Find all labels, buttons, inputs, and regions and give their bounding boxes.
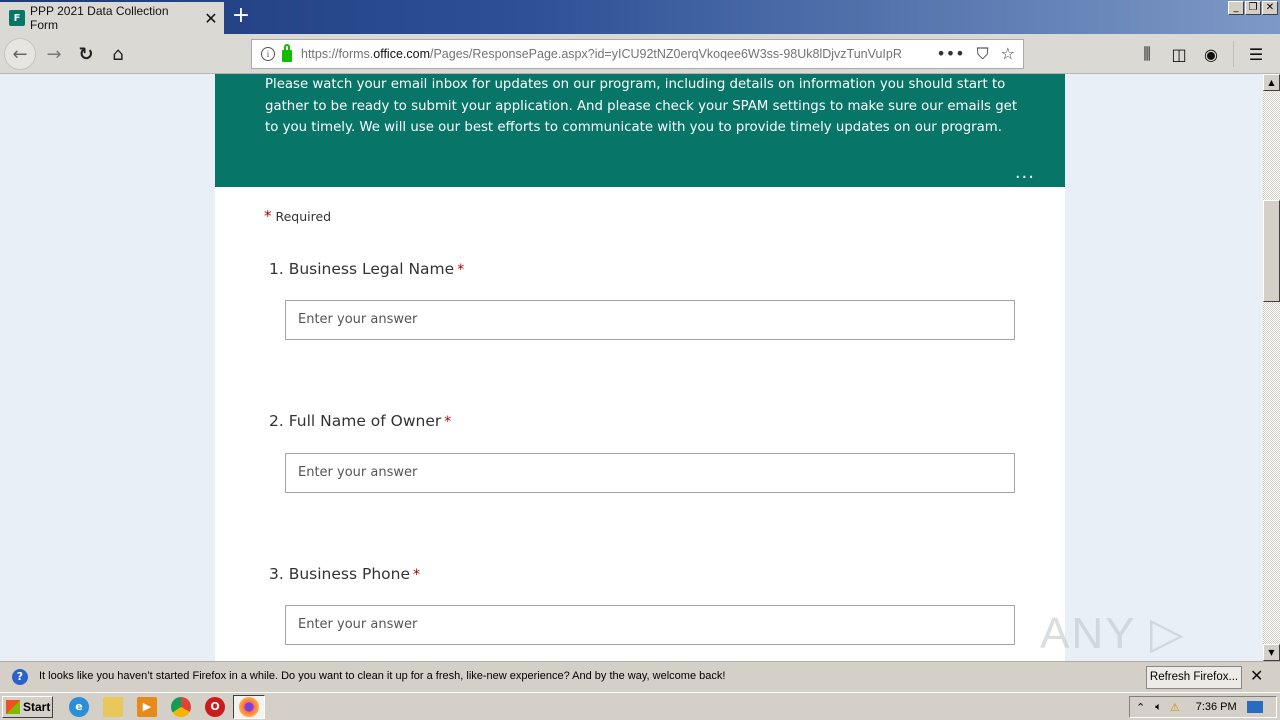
arrow-left-icon: ← bbox=[12, 43, 28, 65]
url-prefix: https://forms. bbox=[301, 47, 374, 61]
url-domain: office.com bbox=[373, 47, 430, 61]
form-card: Please watch your email inbox for update… bbox=[215, 74, 1065, 661]
clock[interactable]: 7:36 PM bbox=[1196, 701, 1237, 713]
system-tray: ⌃ 🔈︎ ⚠︎ 7:36 PM bbox=[1129, 696, 1277, 718]
sidebar-icon[interactable]: ◫ bbox=[1163, 38, 1195, 70]
reload-button[interactable]: ↻ bbox=[70, 38, 102, 70]
tab-close-icon[interactable]: ✕ bbox=[198, 9, 224, 28]
firefox-taskbar-button[interactable] bbox=[233, 695, 265, 719]
scrollbar-thumb[interactable] bbox=[1263, 200, 1280, 302]
home-icon: ⌂ bbox=[112, 43, 124, 65]
show-hidden-icons-icon[interactable]: ⌃ bbox=[1136, 701, 1145, 714]
minimize-button[interactable]: _ bbox=[1228, 1, 1244, 15]
volume-icon[interactable]: 🔈︎ bbox=[1155, 701, 1162, 714]
business-phone-input[interactable]: Enter your answer bbox=[285, 605, 1015, 645]
page-viewport: Please watch your email inbox for update… bbox=[0, 74, 1263, 661]
notification-message: It looks like you haven’t started Firefo… bbox=[39, 670, 726, 682]
required-star: * bbox=[444, 414, 452, 430]
restore-button[interactable]: ❐ bbox=[1245, 1, 1261, 15]
notification-bar: ? It looks like you haven’t started Fire… bbox=[0, 661, 1280, 692]
url-bar[interactable]: i https://forms.office.com/Pages/Respons… bbox=[251, 39, 1024, 69]
page-actions: ••• ⛉ ☆ bbox=[936, 44, 1015, 64]
required-star: * bbox=[264, 207, 272, 225]
lock-icon[interactable] bbox=[282, 44, 292, 62]
hamburger-menu-icon[interactable]: ☰ bbox=[1240, 38, 1272, 70]
reload-icon: ↻ bbox=[78, 43, 94, 65]
file-explorer-icon[interactable] bbox=[103, 697, 123, 717]
notification-close-icon[interactable]: ✕ bbox=[1250, 666, 1263, 685]
opera-icon[interactable]: O bbox=[205, 697, 225, 717]
pocket-icon[interactable]: ⛉ bbox=[977, 44, 989, 64]
forward-button[interactable]: → bbox=[38, 38, 70, 70]
tab-title: PPP 2021 Data Collection Form bbox=[30, 4, 169, 32]
scroll-up-arrow-icon[interactable]: ▲ bbox=[1263, 74, 1280, 91]
vertical-scrollbar[interactable]: ▲ ▼ bbox=[1263, 74, 1280, 661]
owner-full-name-input[interactable]: Enter your answer bbox=[285, 453, 1015, 493]
tab-active[interactable]: F PPP 2021 Data Collection Form ✕ bbox=[0, 2, 224, 34]
library-icon[interactable]: ⫼ bbox=[1131, 38, 1163, 70]
url-text[interactable]: https://forms.office.com/Pages/ResponseP… bbox=[301, 47, 911, 61]
media-player-icon[interactable]: ▶ bbox=[137, 697, 157, 717]
tab-strip: F PPP 2021 Data Collection Form ✕ + _ ❐ … bbox=[0, 0, 1280, 34]
close-window-button[interactable]: ✕ bbox=[1262, 1, 1278, 15]
required-star: * bbox=[413, 567, 421, 583]
home-button[interactable]: ⌂ bbox=[102, 38, 134, 70]
windows-logo-icon bbox=[6, 700, 20, 714]
page-actions-menu-icon[interactable]: ••• bbox=[936, 44, 964, 64]
account-icon[interactable]: ◉ bbox=[1195, 38, 1227, 70]
chrome-icon[interactable] bbox=[171, 697, 191, 717]
forms-favicon-icon: F bbox=[9, 10, 25, 26]
banner-description: Please watch your email inbox for update… bbox=[265, 77, 1018, 135]
show-desktop-icon[interactable] bbox=[1246, 701, 1263, 713]
navigation-toolbar: ← → ↻ ⌂ i https://forms.office.com/Pages… bbox=[0, 34, 1280, 74]
scroll-down-arrow-icon[interactable]: ▼ bbox=[1263, 644, 1280, 661]
toolbar-separator bbox=[1233, 41, 1234, 67]
required-star: * bbox=[457, 262, 465, 278]
question-label: 1. Business Legal Name bbox=[269, 260, 455, 278]
question-2-title: 2. Full Name of Owner * bbox=[269, 412, 451, 430]
more-options-icon[interactable]: ... bbox=[1015, 162, 1035, 183]
refresh-firefox-button[interactable]: Refresh Firefox... bbox=[1146, 666, 1242, 689]
bookmark-star-icon[interactable]: ☆ bbox=[1001, 44, 1015, 64]
question-label: 3. Business Phone bbox=[269, 565, 411, 583]
required-note: * Required bbox=[264, 207, 331, 225]
internet-explorer-icon[interactable]: e bbox=[69, 697, 89, 717]
back-button[interactable]: ← bbox=[4, 38, 36, 70]
start-label: Start bbox=[23, 700, 51, 714]
required-label: Required bbox=[275, 209, 332, 224]
question-label: 2. Full Name of Owner bbox=[269, 412, 442, 430]
new-tab-button[interactable]: + bbox=[230, 4, 252, 28]
form-header-banner: Please watch your email inbox for update… bbox=[215, 74, 1065, 187]
site-info-icon[interactable]: i bbox=[261, 47, 275, 61]
business-legal-name-input[interactable]: Enter your answer bbox=[285, 300, 1015, 340]
question-1-title: 1. Business Legal Name * bbox=[269, 260, 464, 278]
toolbar-right: ⫼ ◫ ◉ ☰ bbox=[1131, 38, 1272, 70]
url-path: /Pages/ResponsePage.aspx?id=yICU92tNZ0er… bbox=[430, 47, 902, 61]
arrow-right-icon: → bbox=[46, 43, 62, 65]
window-controls: _ ❐ ✕ bbox=[1228, 1, 1278, 15]
firefox-icon bbox=[239, 697, 259, 717]
taskbar: Start e ▶ O ⌃ 🔈︎ ⚠︎ 7:36 PM bbox=[0, 692, 1280, 720]
network-warning-icon[interactable]: ⚠︎ bbox=[1170, 701, 1180, 714]
question-icon: ? bbox=[12, 669, 28, 685]
start-button[interactable]: Start bbox=[2, 696, 53, 718]
question-3-title: 3. Business Phone * bbox=[269, 565, 420, 583]
